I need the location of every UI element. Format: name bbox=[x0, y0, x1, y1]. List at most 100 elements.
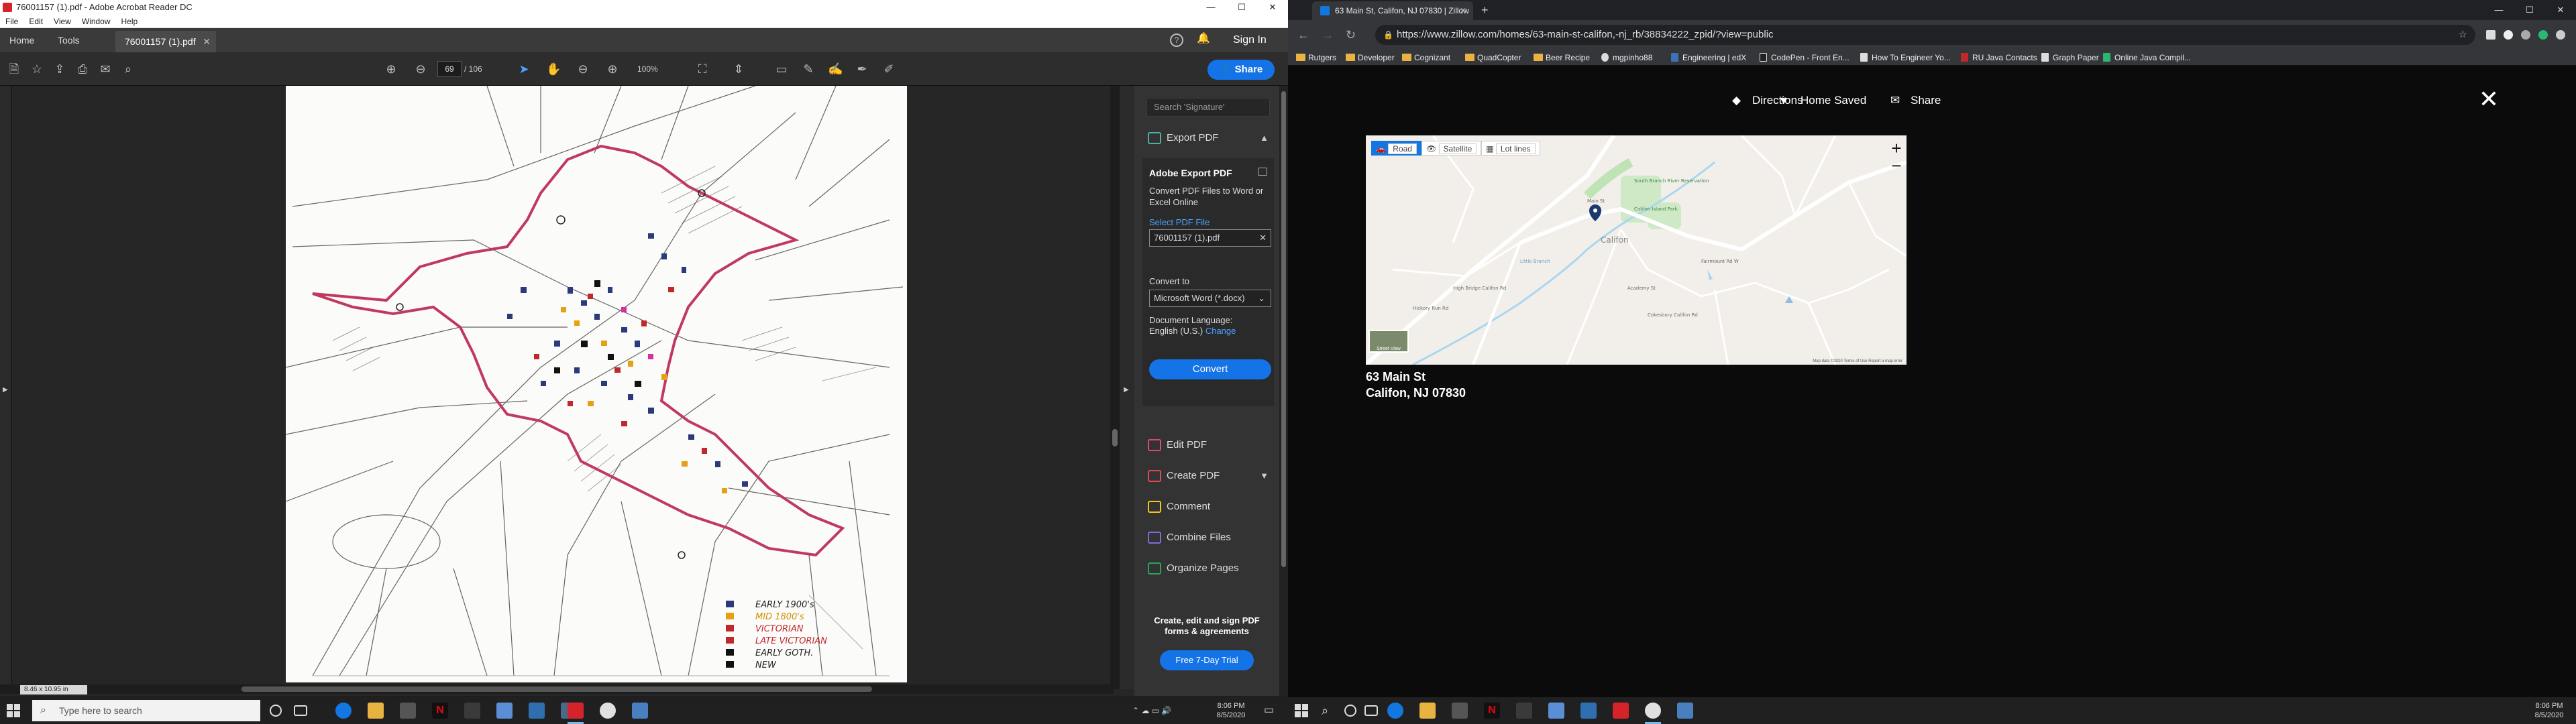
map-type-lot-lines[interactable]: ▦ Lot lines bbox=[1481, 141, 1540, 156]
extension-icon[interactable] bbox=[2504, 30, 2513, 40]
close-icon[interactable]: ✕ bbox=[2475, 86, 2502, 113]
menu-window[interactable]: Window bbox=[76, 15, 116, 27]
prev-page-icon[interactable]: ⊕ bbox=[384, 62, 398, 76]
extension-icon[interactable] bbox=[2521, 30, 2530, 40]
close-tab-icon[interactable]: ✕ bbox=[203, 31, 211, 52]
search-icon[interactable]: ⌕ bbox=[121, 62, 136, 76]
scroll-thumb[interactable] bbox=[241, 686, 872, 692]
clock[interactable]: 8:06 PM 8/5/2020 bbox=[2529, 701, 2569, 720]
app-icon[interactable] bbox=[1677, 703, 1693, 719]
page-number-input[interactable]: 69 bbox=[437, 61, 462, 77]
edge-icon[interactable] bbox=[335, 703, 352, 719]
new-tab-icon[interactable]: + bbox=[1481, 1, 1489, 19]
bell-icon[interactable]: 🔔 bbox=[1197, 34, 1210, 47]
maximize-button[interactable]: ☐ bbox=[2514, 0, 2545, 20]
bookmark-link[interactable]: How To Engineer Yo... bbox=[1858, 50, 1951, 66]
file-explorer-icon[interactable] bbox=[1419, 703, 1436, 719]
bookmark-link[interactable]: Graph Paper bbox=[2039, 50, 2099, 66]
app-icon[interactable] bbox=[496, 703, 513, 719]
menu-help[interactable]: Help bbox=[116, 15, 144, 27]
bookmark-link[interactable]: mgpinho88 bbox=[1599, 50, 1652, 66]
close-button[interactable]: ✕ bbox=[1257, 0, 1288, 15]
taskbar-search[interactable]: ⌕ Type here to search bbox=[32, 700, 260, 721]
horizontal-scrollbar[interactable] bbox=[0, 684, 1114, 694]
acrobat-taskbar-icon[interactable] bbox=[568, 703, 584, 719]
extension-icon[interactable] bbox=[2486, 30, 2496, 40]
comment-icon[interactable]: ▭ bbox=[774, 62, 789, 76]
lock-icon[interactable]: 🔒 bbox=[1383, 25, 1393, 45]
profile-avatar[interactable] bbox=[2556, 30, 2565, 40]
maximize-button[interactable]: ☐ bbox=[1226, 0, 1257, 15]
hand-tool-icon[interactable]: ✋ bbox=[546, 62, 561, 76]
sign-icon[interactable]: ✒ bbox=[855, 62, 869, 76]
vertical-scrollbar[interactable] bbox=[1110, 86, 1120, 689]
map-type-satellite[interactable]: 👁 Satellite bbox=[1421, 141, 1482, 156]
map-footer[interactable]: Map data ©2020 Terms of Use Report a map… bbox=[1813, 359, 1902, 363]
search-icon[interactable]: ⌕ bbox=[1322, 697, 1328, 724]
map[interactable]: South Branch River Reservation Califon I… bbox=[1366, 135, 1907, 365]
tab-home[interactable]: Home bbox=[9, 28, 34, 52]
minimize-button[interactable]: — bbox=[1195, 0, 1226, 15]
windows-start-icon[interactable] bbox=[7, 704, 20, 717]
terminal-icon[interactable] bbox=[464, 703, 480, 719]
clock[interactable]: 8:06 PM 8/5/2020 bbox=[1208, 701, 1254, 720]
minimize-button[interactable]: — bbox=[2483, 0, 2514, 20]
zoom-out-icon[interactable]: ⊖ bbox=[576, 62, 590, 76]
windows-start-icon[interactable] bbox=[1295, 704, 1308, 717]
app-icon[interactable] bbox=[1580, 703, 1597, 719]
app-icon[interactable] bbox=[1548, 703, 1564, 719]
upload-icon[interactable]: ⇪ bbox=[52, 62, 67, 76]
bookmark-folder[interactable]: QuadCopter bbox=[1464, 50, 1521, 66]
share-button[interactable]: ✉ Share bbox=[1890, 93, 1941, 109]
bookmark-folder[interactable]: Cognizant bbox=[1401, 50, 1450, 66]
map-canvas[interactable]: South Branch River Reservation Califon I… bbox=[1366, 135, 1907, 365]
zoom-in-icon[interactable]: ⊕ bbox=[605, 62, 620, 76]
app-icon[interactable] bbox=[529, 703, 545, 719]
menu-edit[interactable]: Edit bbox=[23, 15, 48, 27]
terminal-icon[interactable] bbox=[1516, 703, 1532, 719]
sign-in-link[interactable]: Sign In bbox=[1233, 28, 1267, 52]
acrobat-taskbar-icon[interactable] bbox=[1613, 703, 1629, 719]
close-tab-icon[interactable]: ✕ bbox=[1460, 1, 1466, 20]
task-view-icon[interactable] bbox=[294, 705, 307, 716]
extension-icon[interactable] bbox=[2538, 30, 2548, 40]
map-type-road[interactable]: 🚗 Road bbox=[1371, 141, 1421, 156]
bookmark-link[interactable]: RU Java Contacts bbox=[1959, 50, 2037, 66]
star-icon[interactable]: ☆ bbox=[30, 62, 44, 76]
scroll-thumb[interactable] bbox=[1112, 429, 1118, 446]
street-view-thumbnail[interactable]: Street View bbox=[1368, 330, 1409, 353]
share-button[interactable]: 👤 Share bbox=[1208, 60, 1275, 80]
app-icon[interactable] bbox=[632, 703, 648, 719]
print-icon[interactable]: ⎙ bbox=[75, 62, 90, 76]
left-nav-collapsed[interactable]: ▶ bbox=[0, 86, 12, 689]
edge-icon[interactable] bbox=[1387, 703, 1403, 719]
select-cursor-icon[interactable]: ➤ bbox=[517, 62, 531, 76]
fit-page-icon[interactable]: ⛶ bbox=[695, 62, 710, 76]
zoom-out-button[interactable]: − bbox=[1886, 157, 1907, 174]
collapse-pane-icon[interactable]: ▶ bbox=[1124, 386, 1129, 394]
forward-icon[interactable]: → bbox=[1322, 27, 1334, 43]
notification-icon[interactable]: ▭ bbox=[1264, 697, 1274, 724]
tray-icons[interactable]: ⌃ ☁ ▭ 🔊 bbox=[1132, 697, 1171, 724]
close-button[interactable]: ✕ bbox=[2545, 0, 2576, 20]
task-view-icon[interactable] bbox=[1364, 705, 1378, 716]
fill-sign-icon[interactable]: ✐ bbox=[881, 62, 896, 76]
zoom-level[interactable]: 100% bbox=[637, 62, 658, 76]
address-bar[interactable]: 🔒 https://www.zillow.com/homes/63-main-s… bbox=[1375, 25, 2475, 45]
pane-scrollbar[interactable] bbox=[1279, 86, 1288, 696]
chrome-icon[interactable] bbox=[1645, 703, 1661, 719]
scroll-thumb[interactable] bbox=[1281, 91, 1286, 567]
tab-document[interactable]: 76001157 (1).pdf ✕ bbox=[115, 31, 216, 52]
help-icon[interactable]: ? bbox=[1170, 34, 1183, 47]
zoom-in-button[interactable]: + bbox=[1886, 139, 1907, 157]
bookmark-folder[interactable]: Rutgers bbox=[1295, 50, 1336, 66]
file-explorer-icon[interactable] bbox=[368, 703, 384, 719]
bookmark-link[interactable]: Online Java Compil... bbox=[2101, 50, 2191, 66]
right-pane-toggle[interactable]: ▶ bbox=[1120, 86, 1134, 689]
back-icon[interactable]: ← bbox=[1297, 27, 1309, 43]
scroll-mode-icon[interactable]: ⇕ bbox=[731, 62, 746, 76]
store-icon[interactable] bbox=[1452, 703, 1468, 719]
cortana-icon[interactable] bbox=[270, 705, 282, 717]
expand-left-icon[interactable]: ▶ bbox=[3, 386, 8, 394]
tab-tools[interactable]: Tools bbox=[58, 28, 80, 52]
